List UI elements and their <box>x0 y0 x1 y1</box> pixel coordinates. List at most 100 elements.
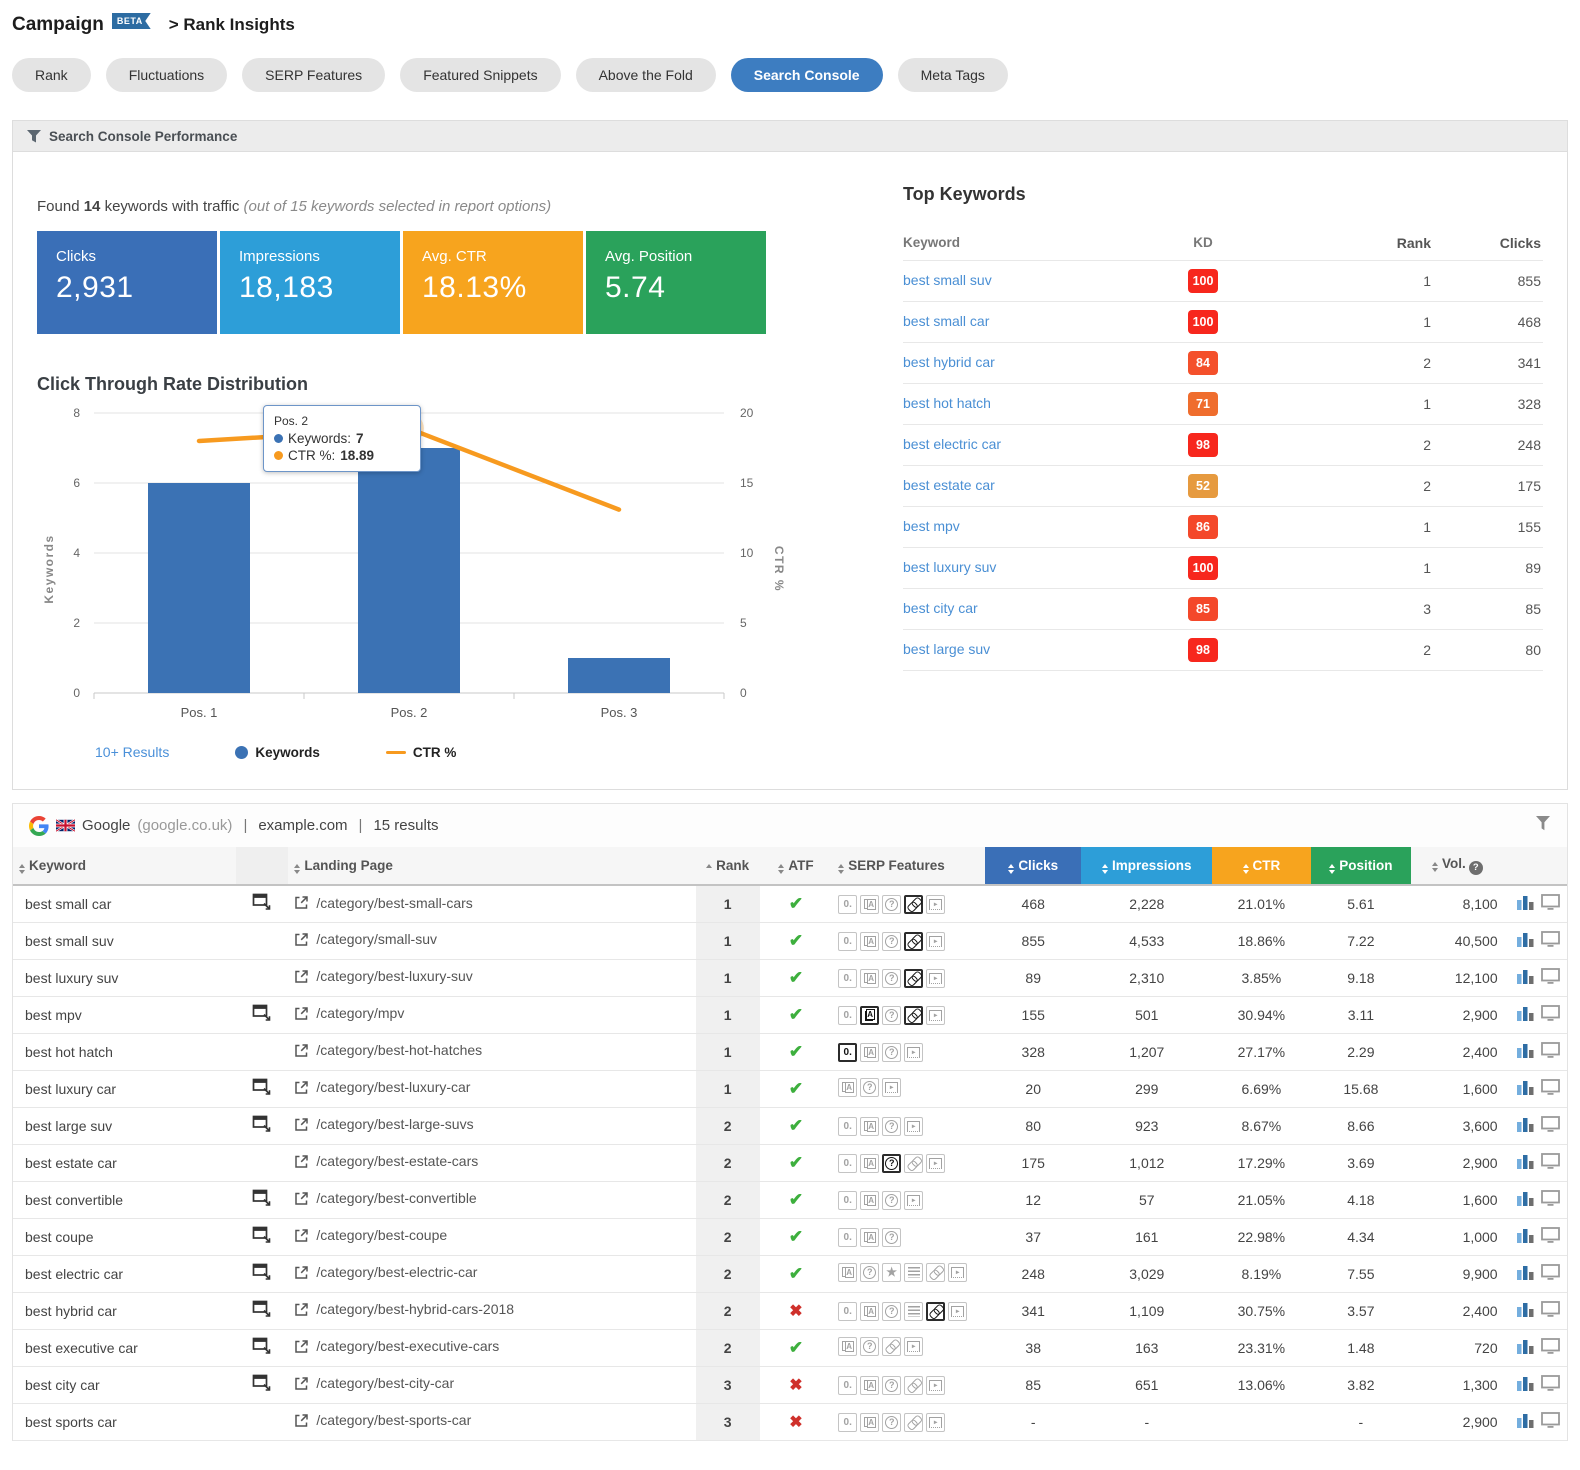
serp-preview-icon[interactable] <box>252 1232 273 1248</box>
keyword-link[interactable]: best mpv <box>903 518 960 534</box>
serp-preview-icon[interactable] <box>252 1306 273 1322</box>
external-link-icon <box>294 969 309 984</box>
landing-page-link[interactable]: /category/best-hybrid-cars-2018 <box>294 1301 514 1317</box>
keyword-chart-icon[interactable] <box>1517 1229 1534 1246</box>
col-keyword[interactable]: Keyword <box>13 847 236 885</box>
serp-preview-icon[interactable] <box>252 1269 273 1285</box>
ten-plus-results-link[interactable]: 10+ Results <box>95 744 169 760</box>
keyword-chart-icon[interactable] <box>1517 933 1534 950</box>
keyword-clicks: 341 <box>1433 355 1543 371</box>
external-link-icon <box>294 1117 309 1132</box>
serp-preview-icon[interactable] <box>252 1343 273 1359</box>
serp-monitor-icon[interactable] <box>1541 1412 1560 1431</box>
keyword-chart-icon[interactable] <box>1517 1155 1534 1172</box>
keyword-chart-icon[interactable] <box>1517 1340 1534 1357</box>
keyword-link[interactable]: best electric car <box>903 436 1001 452</box>
funnel-icon <box>27 130 41 143</box>
serp-monitor-icon[interactable] <box>1541 1005 1560 1024</box>
serp-preview-icon[interactable] <box>252 1380 273 1396</box>
landing-page-link[interactable]: /category/small-suv <box>294 931 437 947</box>
tab-fluctuations[interactable]: Fluctuations <box>106 58 227 92</box>
serp-monitor-icon[interactable] <box>1541 1227 1560 1246</box>
keyword-link[interactable]: best hybrid car <box>903 354 995 370</box>
tab-above-the-fold[interactable]: Above the Fold <box>576 58 716 92</box>
serp-preview-icon[interactable] <box>252 1084 273 1100</box>
serp-monitor-icon[interactable] <box>1541 1338 1560 1357</box>
tab-rank[interactable]: Rank <box>12 58 91 92</box>
serp-features-cell: 0.A?▸ <box>838 1006 948 1025</box>
col-atf[interactable]: ATF <box>760 847 832 885</box>
keyword-chart-icon[interactable] <box>1517 1266 1534 1283</box>
landing-page-link[interactable]: /category/best-sports-car <box>294 1412 471 1428</box>
serp-preview-icon[interactable] <box>252 1195 273 1211</box>
keyword-chart-icon[interactable] <box>1517 1192 1534 1209</box>
keyword-chart-icon[interactable] <box>1517 1007 1534 1024</box>
tab-meta-tags[interactable]: Meta Tags <box>898 58 1008 92</box>
tab-serp-features[interactable]: SERP Features <box>242 58 385 92</box>
col-ctr[interactable]: CTR <box>1212 847 1311 885</box>
landing-page-link[interactable]: /category/best-coupe <box>294 1227 447 1243</box>
landing-page-link[interactable]: /category/best-convertible <box>294 1190 476 1206</box>
keyword-chart-icon[interactable] <box>1517 1303 1534 1320</box>
keyword-chart-icon[interactable] <box>1517 1044 1534 1061</box>
serp-monitor-icon[interactable] <box>1541 1375 1560 1394</box>
landing-page-link[interactable]: /category/best-luxury-suv <box>294 968 472 984</box>
serp-monitor-icon[interactable] <box>1541 1042 1560 1061</box>
volume-cell: 720 <box>1411 1329 1503 1366</box>
app-title: Campaign <box>12 14 104 36</box>
keyword-link[interactable]: best large suv <box>903 641 990 657</box>
results-section: Google (google.co.uk) | example.com | 15… <box>12 803 1568 1441</box>
volume-help-icon[interactable]: ? <box>1469 861 1483 875</box>
serp-monitor-icon[interactable] <box>1541 968 1560 987</box>
serp-monitor-icon[interactable] <box>1541 1153 1560 1172</box>
atf-cross-icon: ✖ <box>789 1303 802 1320</box>
serp-monitor-icon[interactable] <box>1541 1301 1560 1320</box>
keyword-chart-icon[interactable] <box>1517 1081 1534 1098</box>
landing-page-link[interactable]: /category/best-large-suvs <box>294 1116 473 1132</box>
col-rank[interactable]: Rank <box>696 847 760 885</box>
keyword-chart-icon[interactable] <box>1517 1414 1534 1431</box>
serp-monitor-icon[interactable] <box>1541 1190 1560 1209</box>
keyword-link[interactable]: best estate car <box>903 477 995 493</box>
col-position[interactable]: Position <box>1311 847 1412 885</box>
keyword-link[interactable]: best small suv <box>903 272 992 288</box>
keyword-chart-icon[interactable] <box>1517 1118 1534 1135</box>
col-serp-features[interactable]: SERP Features <box>832 847 985 885</box>
keyword-chart-icon[interactable] <box>1517 1377 1534 1394</box>
keyword-link[interactable]: best hot hatch <box>903 395 991 411</box>
keyword-link[interactable]: best small car <box>903 313 989 329</box>
landing-page-link[interactable]: /category/best-luxury-car <box>294 1079 470 1095</box>
keyword-link[interactable]: best luxury suv <box>903 559 996 575</box>
tab-featured-snippets[interactable]: Featured Snippets <box>400 58 560 92</box>
serp-monitor-icon[interactable] <box>1541 931 1560 950</box>
keyword-chart-icon[interactable] <box>1517 970 1534 987</box>
landing-page-link[interactable]: /category/best-electric-car <box>294 1264 477 1280</box>
col-landing-page[interactable]: Landing Page <box>288 847 695 885</box>
serp-preview-icon[interactable] <box>252 1121 273 1137</box>
stat-label: Avg. Position <box>605 248 766 265</box>
tab-search-console[interactable]: Search Console <box>731 58 883 92</box>
landing-page-link[interactable]: /category/best-hot-hatches <box>294 1042 482 1058</box>
serp-monitor-icon[interactable] <box>1541 1116 1560 1135</box>
keyword-link[interactable]: best city car <box>903 600 978 616</box>
col-clicks[interactable]: Clicks <box>985 847 1081 885</box>
keyword-chart-icon[interactable] <box>1517 896 1534 913</box>
serp-preview-icon[interactable] <box>252 899 273 915</box>
landing-page-link[interactable]: /category/best-executive-cars <box>294 1338 499 1354</box>
sort-icon <box>1008 864 1014 874</box>
col-volume[interactable]: Vol.? <box>1411 847 1503 885</box>
col-kd: KD <box>1143 235 1263 250</box>
serp-monitor-icon[interactable] <box>1541 894 1560 913</box>
serp-monitor-icon[interactable] <box>1541 1264 1560 1283</box>
serp-monitor-icon[interactable] <box>1541 1079 1560 1098</box>
rank-cell: 2 <box>696 1329 760 1366</box>
col-impressions[interactable]: Impressions <box>1081 847 1212 885</box>
filter-funnel-icon[interactable] <box>1535 816 1551 835</box>
ctr-distribution-chart[interactable]: 0246805101520Pos. 1Pos. 2Pos. 3KeywordsC… <box>37 399 792 734</box>
landing-page-link[interactable]: /category/best-estate-cars <box>294 1153 478 1169</box>
serp-preview-icon[interactable] <box>252 1010 273 1026</box>
landing-page-link[interactable]: /category/best-city-car <box>294 1375 454 1391</box>
landing-page-link[interactable]: /category/mpv <box>294 1005 404 1021</box>
tooltip-title: Pos. 2 <box>274 414 410 428</box>
landing-page-link[interactable]: /category/best-small-cars <box>294 895 472 911</box>
